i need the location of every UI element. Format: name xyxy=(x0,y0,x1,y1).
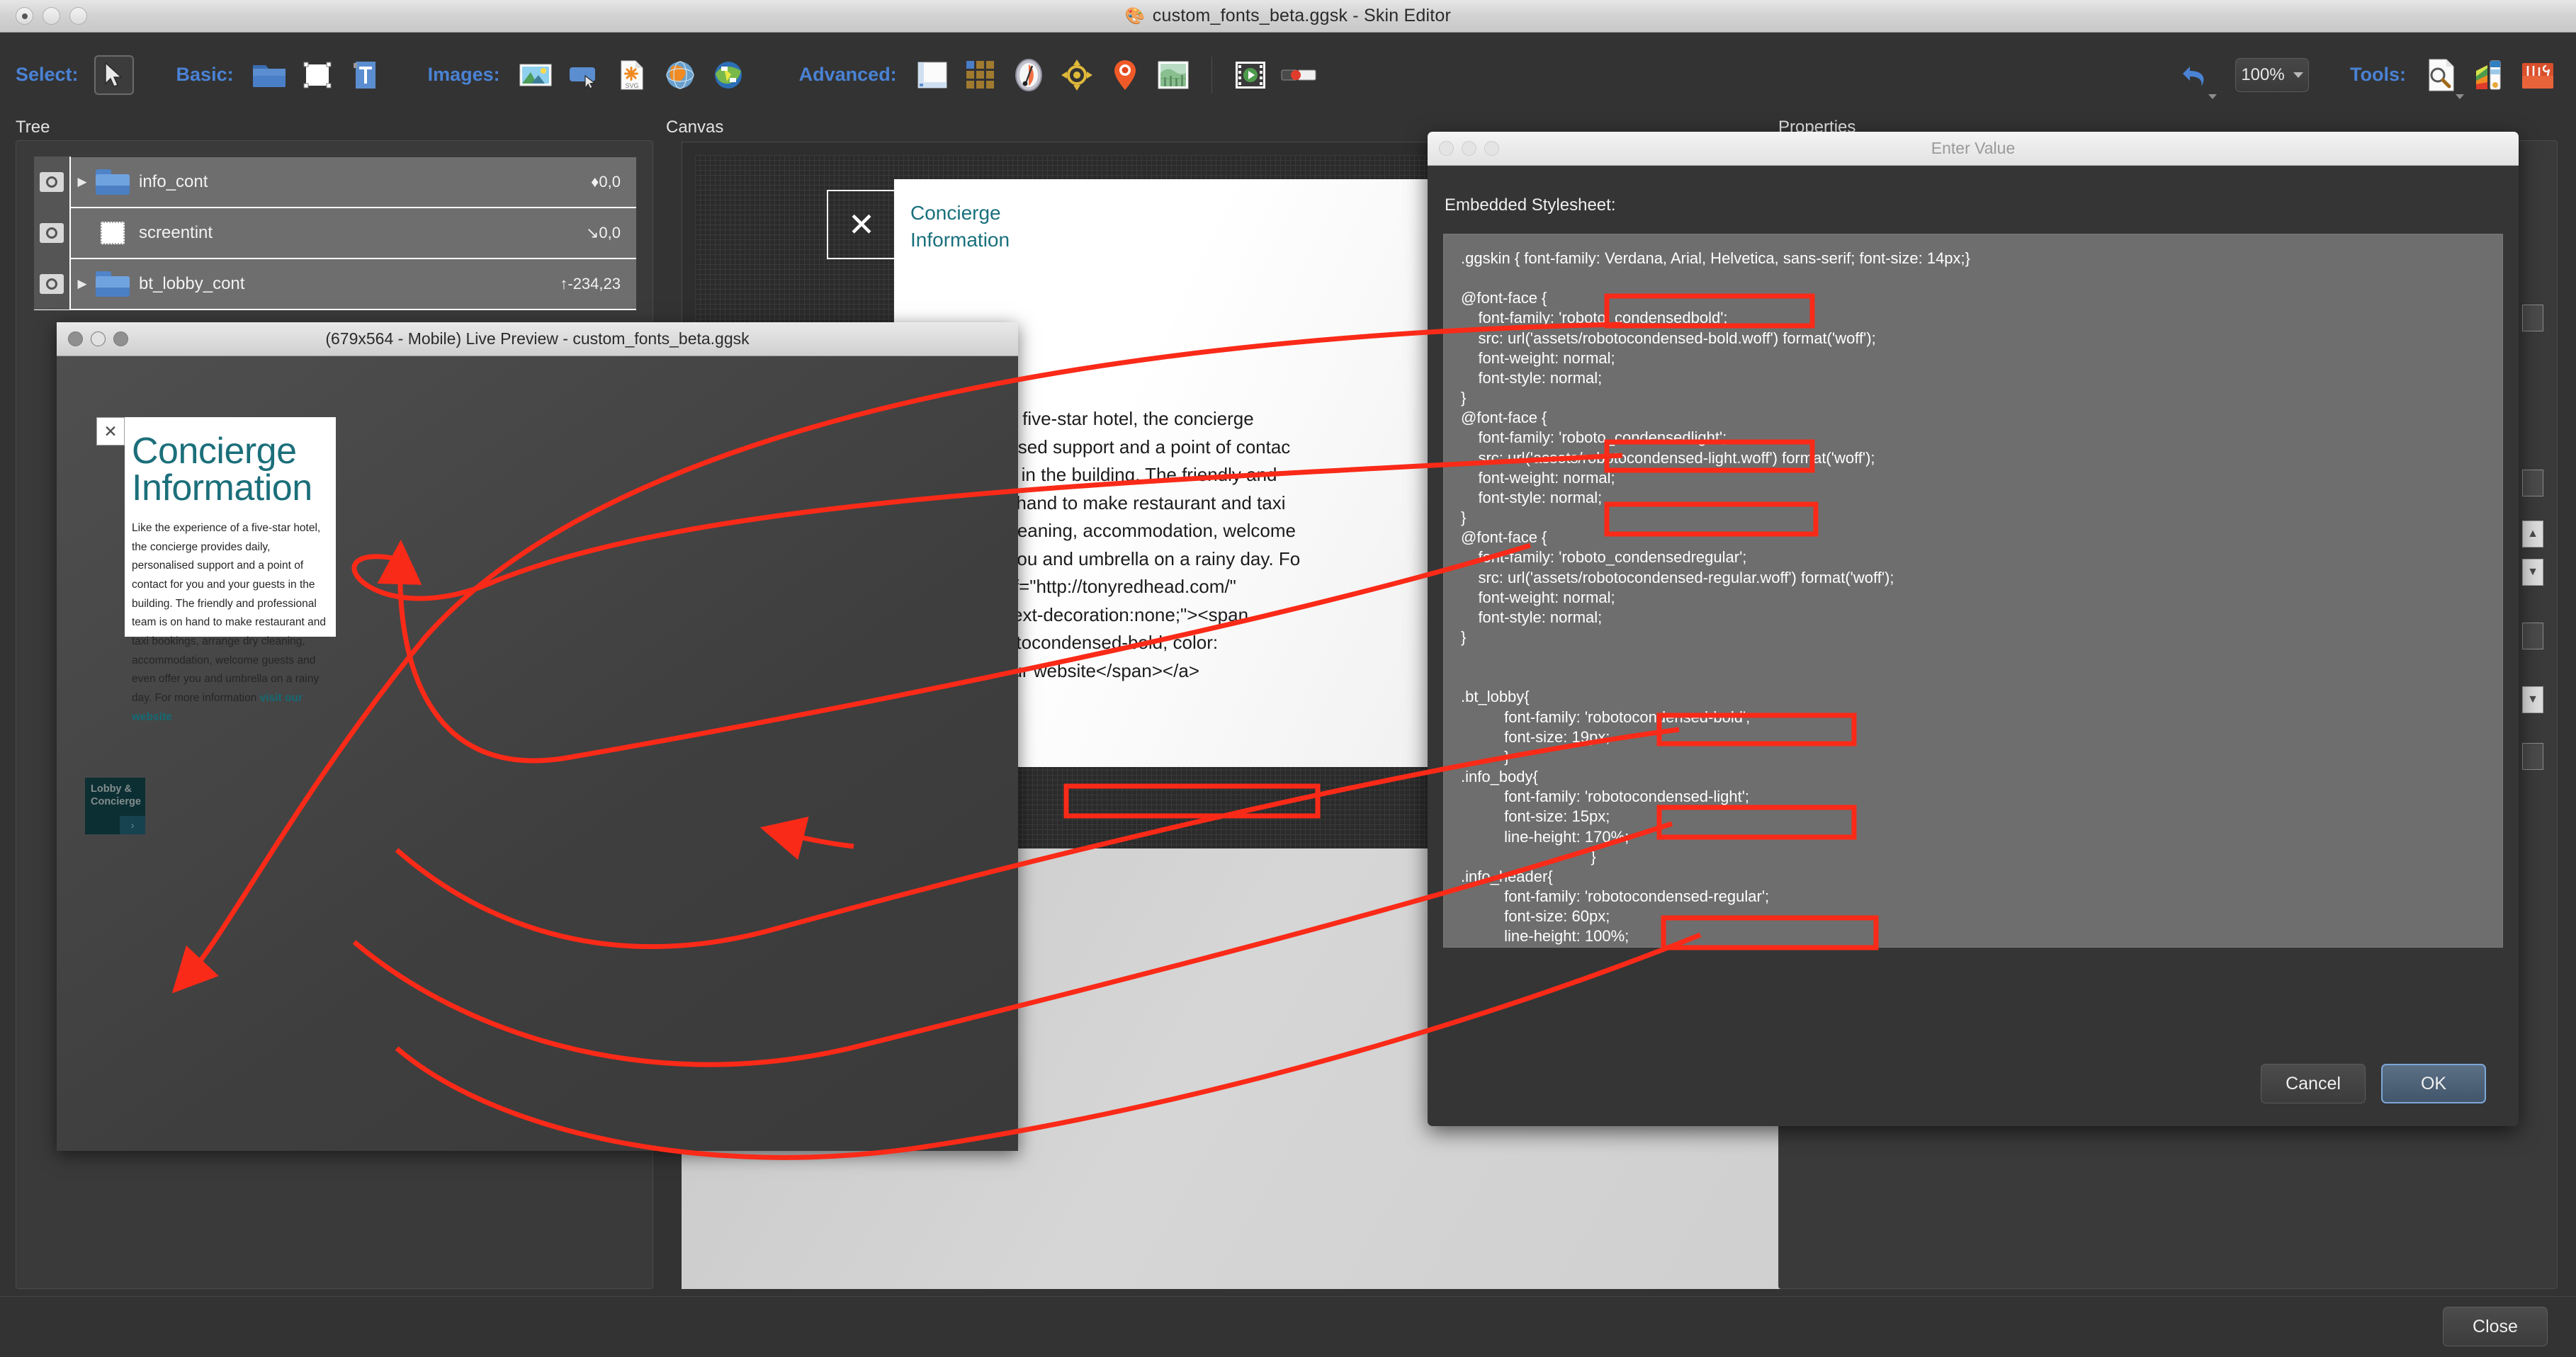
property-stepper-up[interactable]: ▲ xyxy=(2522,521,2543,547)
chevron-right-icon[interactable]: › xyxy=(120,816,145,834)
property-swatch[interactable] xyxy=(2522,743,2543,770)
toolbar-group-advanced: Advanced: xyxy=(799,55,1318,95)
video-icon[interactable] xyxy=(1231,55,1270,95)
dialog-titlebar: Enter Value xyxy=(1428,132,2519,166)
dialog-title: Enter Value xyxy=(1931,139,2016,157)
property-swatch[interactable] xyxy=(2522,470,2543,496)
compass-icon[interactable] xyxy=(1009,55,1049,95)
toolbar-group-select: Select: xyxy=(16,55,134,95)
world-map-icon[interactable] xyxy=(1153,55,1193,95)
cancel-button[interactable]: Cancel xyxy=(2261,1064,2366,1103)
toolbar-group-basic-label: Basic: xyxy=(176,64,234,85)
preview-body-text: Like the experience of a five-star hotel… xyxy=(132,522,326,704)
toolbar-group-images-label: Images: xyxy=(427,64,500,85)
thumbnail-grid-icon[interactable] xyxy=(961,55,1000,95)
preview-lobby-button[interactable]: Lobby & Concierge › xyxy=(85,778,145,834)
preview-info-card: ✕ Concierge Information Like the experie… xyxy=(96,417,336,723)
tree-list[interactable]: ▶ info_cont ♦0,0 screentint ↘0,0 ▶ bt_lo… xyxy=(34,157,636,310)
enter-value-dialog[interactable]: Enter Value Embedded Stylesheet: .ggskin… xyxy=(1428,132,2519,1126)
dialog-caption: Embedded Stylesheet: xyxy=(1445,195,1616,215)
tree-item-coord: ↑-234,23 xyxy=(560,275,621,293)
app-icon: 🎨 xyxy=(1124,6,1146,25)
image-icon[interactable] xyxy=(516,55,555,95)
stylesheet-textarea[interactable]: .ggskin { font-family: Verdana, Arial, H… xyxy=(1443,234,2503,948)
folder-icon xyxy=(94,169,132,195)
preview-heading: Concierge Information xyxy=(132,431,312,509)
canvas-close-icon[interactable]: ✕ xyxy=(827,190,896,259)
preview-lobby-button-label: Lobby & Concierge xyxy=(91,783,141,807)
tree-item-label: info_cont xyxy=(139,172,208,191)
canvas-panel-label: Canvas xyxy=(666,118,724,137)
window-title: 🎨 custom_fonts_beta.ggsk - Skin Editor xyxy=(0,6,2576,26)
skin-editor-window: 🎨 custom_fonts_beta.ggsk - Skin Editor S… xyxy=(0,0,2576,1357)
property-swatch[interactable] xyxy=(2522,305,2543,331)
table-row[interactable]: ▶ bt_lobby_cont ↑-234,23 xyxy=(34,259,636,310)
preview-close-icon[interactable]: ✕ xyxy=(96,417,125,445)
map-icon[interactable] xyxy=(708,55,748,95)
canvas-card-title: Concierge Information xyxy=(910,202,1010,251)
window-titlebar: 🎨 custom_fonts_beta.ggsk - Skin Editor xyxy=(0,0,2576,33)
radar-icon[interactable] xyxy=(1057,55,1097,95)
close-button[interactable]: Close xyxy=(2443,1307,2548,1346)
undo-arrow-icon[interactable] xyxy=(2174,55,2218,99)
map-pin-icon[interactable] xyxy=(1105,55,1145,95)
visibility-icon[interactable] xyxy=(34,259,71,310)
toolbar-group-select-label: Select: xyxy=(16,64,79,85)
undo-dropdown-caret-icon[interactable] xyxy=(2208,93,2218,99)
live-preview-window[interactable]: (679x564 - Mobile) Live Preview - custom… xyxy=(57,322,1018,1151)
live-preview-title: (679x564 - Mobile) Live Preview - custom… xyxy=(325,329,750,348)
chevron-right-icon[interactable]: ▶ xyxy=(71,277,94,291)
toolbox-icon[interactable] xyxy=(2518,55,2558,95)
svg-text:SVG: SVG xyxy=(625,82,638,89)
zoom-level-value: 100% xyxy=(2241,64,2285,84)
window-title-text: custom_fonts_beta.ggsk - Skin Editor xyxy=(1152,6,1452,25)
property-stepper-down[interactable]: ▼ xyxy=(2522,686,2543,713)
tools-dropdown-caret-icon[interactable] xyxy=(2456,93,2464,99)
tree-panel-label: Tree xyxy=(16,118,50,137)
cursor-arrow-icon[interactable] xyxy=(94,55,134,95)
table-row[interactable]: screentint ↘0,0 xyxy=(34,208,636,259)
tree-item-coord: ♦0,0 xyxy=(591,173,621,191)
live-preview-titlebar: (679x564 - Mobile) Live Preview - custom… xyxy=(57,322,1018,356)
toolbar-tools-label: Tools: xyxy=(2350,64,2406,85)
table-row[interactable]: ▶ info_cont ♦0,0 xyxy=(34,157,636,208)
chevron-down-icon xyxy=(2293,72,2303,78)
inspect-document-icon[interactable] xyxy=(2422,55,2464,99)
ok-button[interactable]: OK xyxy=(2381,1064,2486,1103)
visibility-icon[interactable] xyxy=(34,208,71,259)
rectangle-icon[interactable] xyxy=(298,55,337,95)
tree-item-label: screentint xyxy=(139,223,213,242)
preview-body: Like the experience of a five-star hotel… xyxy=(132,519,329,727)
dialog-footer: Cancel OK xyxy=(1428,1041,2519,1126)
toolbar-right-group: 100% Tools: xyxy=(2174,55,2558,99)
toolbar-group-images: Images: SVG xyxy=(428,55,748,95)
bottom-bar: Close xyxy=(0,1296,2576,1357)
visibility-icon[interactable] xyxy=(34,157,71,208)
svg-file-icon[interactable]: SVG xyxy=(612,55,652,95)
live-preview-canvas: ✕ Concierge Information Like the experie… xyxy=(57,356,1018,1151)
toolbar-divider xyxy=(1211,56,1212,93)
property-stepper-down[interactable]: ▼ xyxy=(2522,559,2543,586)
viewer-icon[interactable] xyxy=(913,55,952,95)
rectangle-icon xyxy=(94,222,132,244)
folder-icon[interactable] xyxy=(249,55,289,95)
tree-item-label: bt_lobby_cont xyxy=(139,274,245,293)
text-icon[interactable] xyxy=(346,55,385,95)
globe-icon[interactable] xyxy=(660,55,700,95)
property-swatch[interactable] xyxy=(2522,623,2543,649)
button-icon[interactable] xyxy=(564,55,604,95)
toolbar-group-basic: Basic: xyxy=(176,55,385,95)
zoom-level-select[interactable]: 100% xyxy=(2235,57,2310,92)
chevron-right-icon[interactable]: ▶ xyxy=(71,175,94,189)
toolbar-group-advanced-label: Advanced: xyxy=(798,64,897,85)
progress-bar-icon[interactable] xyxy=(1279,55,1318,95)
tree-item-coord: ↘0,0 xyxy=(585,224,621,242)
properties-side-controls[interactable]: ▲ ▼ ▼ xyxy=(2522,305,2550,807)
main-toolbar: Select: Basic: Images: SVG Advanced: 100… xyxy=(0,33,2576,117)
color-palette-icon[interactable] xyxy=(2470,55,2509,95)
folder-icon xyxy=(94,271,132,297)
